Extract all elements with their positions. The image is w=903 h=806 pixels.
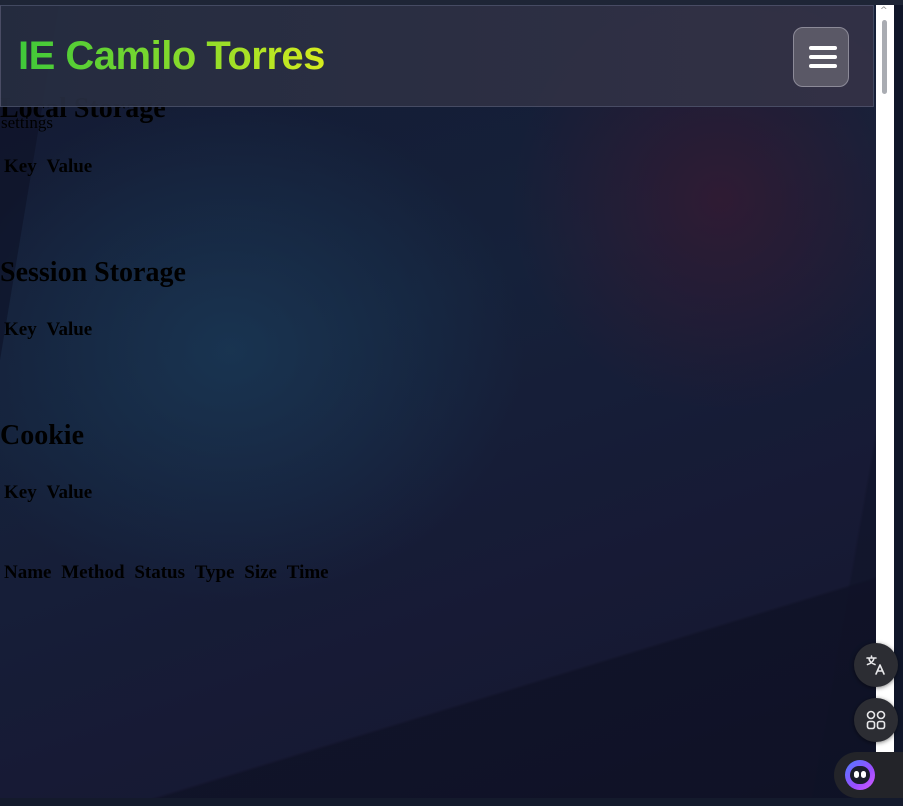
column-name: Name <box>4 562 52 583</box>
apps-button[interactable] <box>854 698 898 742</box>
cookie-columns: Key Value <box>4 482 92 504</box>
column-value: Value <box>46 482 93 503</box>
scroll-up-arrow-icon[interactable]: ^ <box>880 6 888 16</box>
column-key: Key <box>4 156 37 177</box>
scrollbar-thumb[interactable] <box>882 20 887 94</box>
local-storage-columns: Key Value <box>4 156 92 178</box>
session-storage-title: Session Storage <box>0 257 186 288</box>
site-title[interactable]: IE Camilo Torres <box>18 32 325 80</box>
window-bottom-edge <box>0 798 903 806</box>
session-storage-columns: Key Value <box>4 319 92 341</box>
cookie-title: Cookie <box>0 420 84 451</box>
menu-button[interactable] <box>793 27 849 87</box>
translate-button[interactable] <box>854 643 898 687</box>
assistant-button[interactable] <box>834 752 903 798</box>
network-columns: Name Method Status Type Size Time <box>4 562 329 584</box>
local-storage-entry-settings[interactable]: settings <box>1 113 53 133</box>
site-header: IE Camilo Torres <box>0 5 874 107</box>
column-time: Time <box>286 562 329 583</box>
column-status: Status <box>134 562 185 583</box>
column-value: Value <box>46 319 93 340</box>
page-background: Local Storage settings Key Value Session… <box>0 0 903 806</box>
column-method: Method <box>61 562 125 583</box>
translate-icon <box>866 655 885 675</box>
assistant-bot-icon <box>845 760 875 790</box>
apps-grid-icon <box>866 710 886 730</box>
column-key: Key <box>4 319 37 340</box>
column-value: Value <box>46 156 93 177</box>
window-right-edge <box>894 5 903 806</box>
column-type: Type <box>194 562 235 583</box>
column-key: Key <box>4 482 37 503</box>
column-size: Size <box>244 562 277 583</box>
